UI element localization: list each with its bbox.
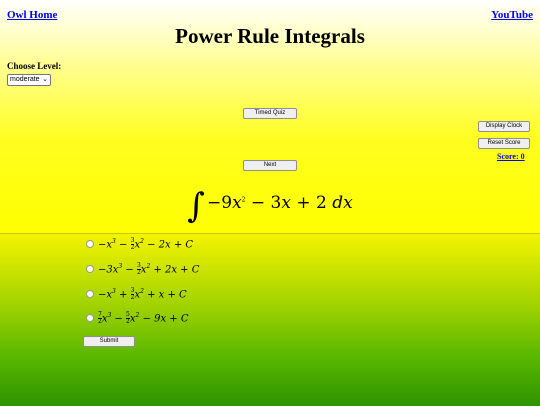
level-select[interactable]: moderate ⌄ <box>7 74 51 86</box>
integral-sign: ∫ <box>187 186 205 226</box>
answer-choice-1[interactable]: −x3 − 3 2 x2 − 2x + C <box>86 238 193 251</box>
youtube-link[interactable]: YouTube <box>491 9 533 21</box>
answer-panel <box>0 233 540 406</box>
owl-home-link[interactable]: Owl Home <box>7 9 57 21</box>
level-selected-value: moderate <box>10 76 40 83</box>
timed-quiz-button[interactable]: Timed Quiz <box>243 108 297 119</box>
radio-button[interactable] <box>86 313 94 322</box>
level-label: Choose Level: <box>7 61 62 71</box>
answer-choice-2[interactable]: −3x3 − 3 2 x2 + 2x + C <box>86 263 199 276</box>
score-display: Score: 0 <box>497 152 525 161</box>
radio-button[interactable] <box>86 239 94 248</box>
radio-button[interactable] <box>86 289 94 298</box>
next-button[interactable]: Next <box>243 160 297 171</box>
radio-button[interactable] <box>86 264 94 273</box>
answer-choice-4[interactable]: 7 2 x3 − 5 2 x2 − 9x + C <box>86 312 188 325</box>
integral-problem: ∫ −9x2 − 3x + 2 dx <box>187 186 353 226</box>
reset-score-button[interactable]: Reset Score <box>478 138 530 149</box>
chevron-down-icon: ⌄ <box>42 76 48 83</box>
submit-button[interactable]: Submit <box>83 336 135 347</box>
answer-choice-3[interactable]: −x3 + 3 2 x2 + x + C <box>86 288 187 301</box>
page-title: Power Rule Integrals <box>175 24 365 48</box>
display-clock-button[interactable]: Display Clock <box>478 121 530 132</box>
